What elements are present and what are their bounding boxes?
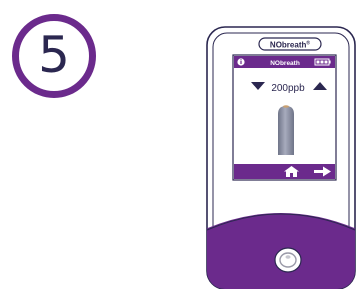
mouthpiece-port [274,247,302,273]
nobreath-device: NObreath® NObreath 200ppb [206,26,356,289]
screen-footer [234,164,335,179]
info-icon[interactable] [237,58,245,66]
svg-text:NObreath®: NObreath® [270,40,310,50]
device-brand-label: NObreath® [258,37,322,51]
device-brand-mark: ® [306,40,310,47]
device-screen: NObreath 200ppb [232,54,337,181]
sample-tube-icon [278,105,294,155]
screen-brand-text: NObreath [270,60,300,67]
device-brand-text: NObreath [270,41,307,50]
level-value: 200ppb [271,83,305,94]
screen-header: NObreath [234,56,335,68]
